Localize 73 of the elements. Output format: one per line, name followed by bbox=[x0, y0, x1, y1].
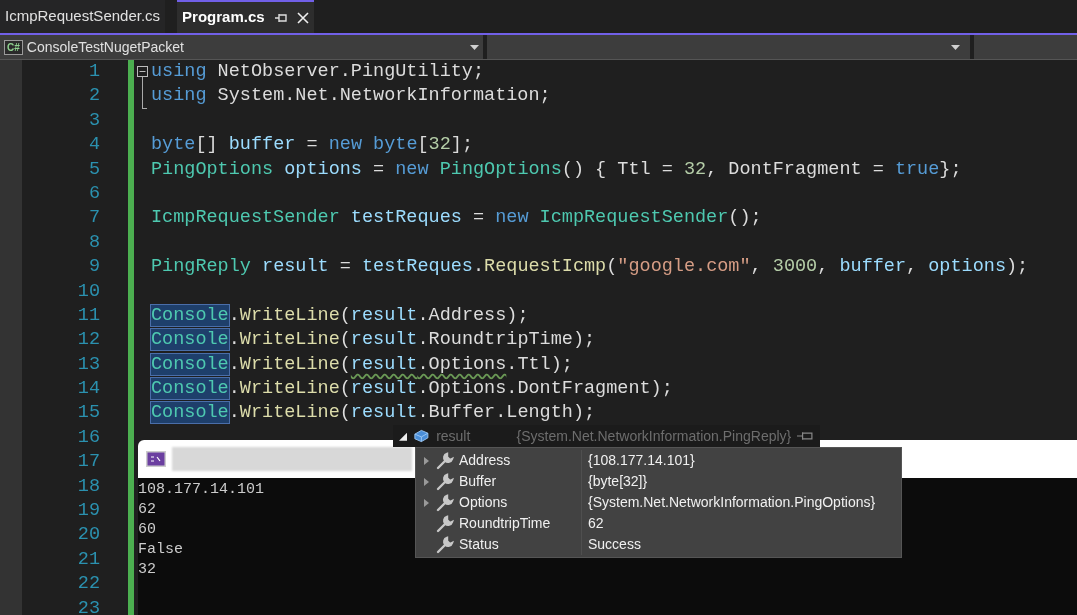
property-name: Options bbox=[459, 493, 509, 512]
line-number: 18 bbox=[76, 474, 100, 499]
line-number: 5 bbox=[87, 157, 100, 182]
object-icon bbox=[413, 428, 431, 444]
expand-arrow-icon[interactable] bbox=[423, 498, 429, 507]
pin-tab-icon[interactable] bbox=[274, 11, 287, 24]
line-number: 23 bbox=[76, 596, 100, 615]
wrench-icon bbox=[436, 493, 454, 512]
collapse-triangle-icon[interactable] bbox=[399, 431, 408, 441]
close-icon[interactable] bbox=[296, 11, 309, 24]
property-value: Success bbox=[581, 534, 641, 555]
line-number: 9 bbox=[87, 255, 100, 280]
variable-name: result bbox=[436, 426, 472, 446]
console-output-line: False bbox=[138, 540, 183, 560]
file-tab[interactable]: IcmpRequestSender.cs bbox=[0, 0, 166, 33]
code-line: Console.WriteLine(result.Buffer.Length); bbox=[151, 402, 596, 424]
project-name: ConsoleTestNugetPacket bbox=[26, 37, 185, 57]
property-name: Address bbox=[459, 451, 512, 470]
code-line: Console.WriteLine(result.Options.DontFragment); bbox=[151, 378, 673, 400]
code-line: Console.WriteLine(result.Options.Ttl); bbox=[151, 353, 573, 375]
variable-type: {System.Net.NetworkInformation.PingReply} bbox=[516, 426, 792, 446]
dropdown-caret-icon bbox=[951, 44, 960, 50]
code-line: IcmpRequestSender testReques = new IcmpRequestSender(); bbox=[151, 207, 762, 229]
line-number: 3 bbox=[87, 108, 100, 133]
code-line: PingOptions options = new PingOptions() { Ttl = 32, DontFragment = true}; bbox=[151, 158, 962, 180]
code-line: Console.WriteLine(result.RoundtripTime); bbox=[151, 329, 596, 351]
console-output-line: 108.177.14.101 bbox=[138, 480, 265, 500]
line-number: 22 bbox=[76, 572, 100, 597]
line-number: 14 bbox=[76, 377, 100, 402]
line-number: 8 bbox=[87, 230, 100, 255]
line-number: 13 bbox=[76, 352, 100, 377]
line-number: 21 bbox=[76, 547, 100, 572]
line-number: 1 bbox=[87, 60, 100, 84]
line-number: 16 bbox=[76, 425, 100, 450]
line-number: 4 bbox=[87, 133, 100, 158]
property-name: Status bbox=[459, 535, 500, 554]
line-number: 20 bbox=[76, 523, 100, 548]
console-output-line: 32 bbox=[138, 560, 156, 580]
code-line: PingReply result = testReques.RequestIcmp("google.com", 3000, buffer, options); bbox=[151, 256, 1029, 278]
line-number: 7 bbox=[87, 206, 100, 231]
collapse-icon[interactable] bbox=[137, 66, 148, 77]
file-tab[interactable]: Program.cs bbox=[177, 0, 314, 33]
wrench-icon bbox=[436, 472, 454, 491]
line-number: 17 bbox=[76, 450, 100, 475]
wrench-icon bbox=[436, 535, 454, 554]
line-number: 6 bbox=[87, 181, 100, 206]
line-number: 11 bbox=[76, 303, 100, 328]
project-dropdown[interactable]: C# ConsoleTestNugetPacket bbox=[0, 35, 483, 59]
property-value: 62 bbox=[581, 513, 604, 534]
line-number: 2 bbox=[87, 84, 100, 109]
pin-icon[interactable] bbox=[797, 430, 814, 442]
line-number: 12 bbox=[76, 328, 100, 353]
property-name: RoundtripTime bbox=[459, 514, 552, 533]
csharp-project-icon: C# bbox=[4, 39, 23, 55]
code-line: byte[] buffer = new byte[32]; bbox=[151, 134, 474, 156]
code-line: Console.WriteLine(result.Address); bbox=[151, 304, 529, 326]
property-name: Buffer bbox=[459, 472, 498, 491]
expand-arrow-icon[interactable] bbox=[423, 456, 429, 465]
expand-arrow-icon[interactable] bbox=[423, 477, 429, 486]
code-line: using NetObserver.PingUtility; bbox=[151, 61, 485, 82]
console-output-line: 60 bbox=[138, 520, 156, 540]
property-value: {byte[32]} bbox=[581, 471, 648, 492]
line-number: 19 bbox=[76, 499, 100, 524]
property-value: {System.Net.NetworkInformation.PingOptions} bbox=[581, 492, 876, 513]
console-output-line: 62 bbox=[138, 500, 156, 520]
line-number: 15 bbox=[76, 401, 100, 426]
wrench-icon bbox=[436, 451, 454, 470]
dropdown-caret-icon bbox=[470, 44, 479, 50]
line-number: 10 bbox=[76, 279, 100, 304]
property-value: {108.177.14.101} bbox=[581, 450, 695, 471]
wrench-icon bbox=[436, 514, 454, 533]
console-app-icon bbox=[146, 451, 166, 467]
code-line: using System.Net.NetworkInformation; bbox=[151, 85, 551, 107]
